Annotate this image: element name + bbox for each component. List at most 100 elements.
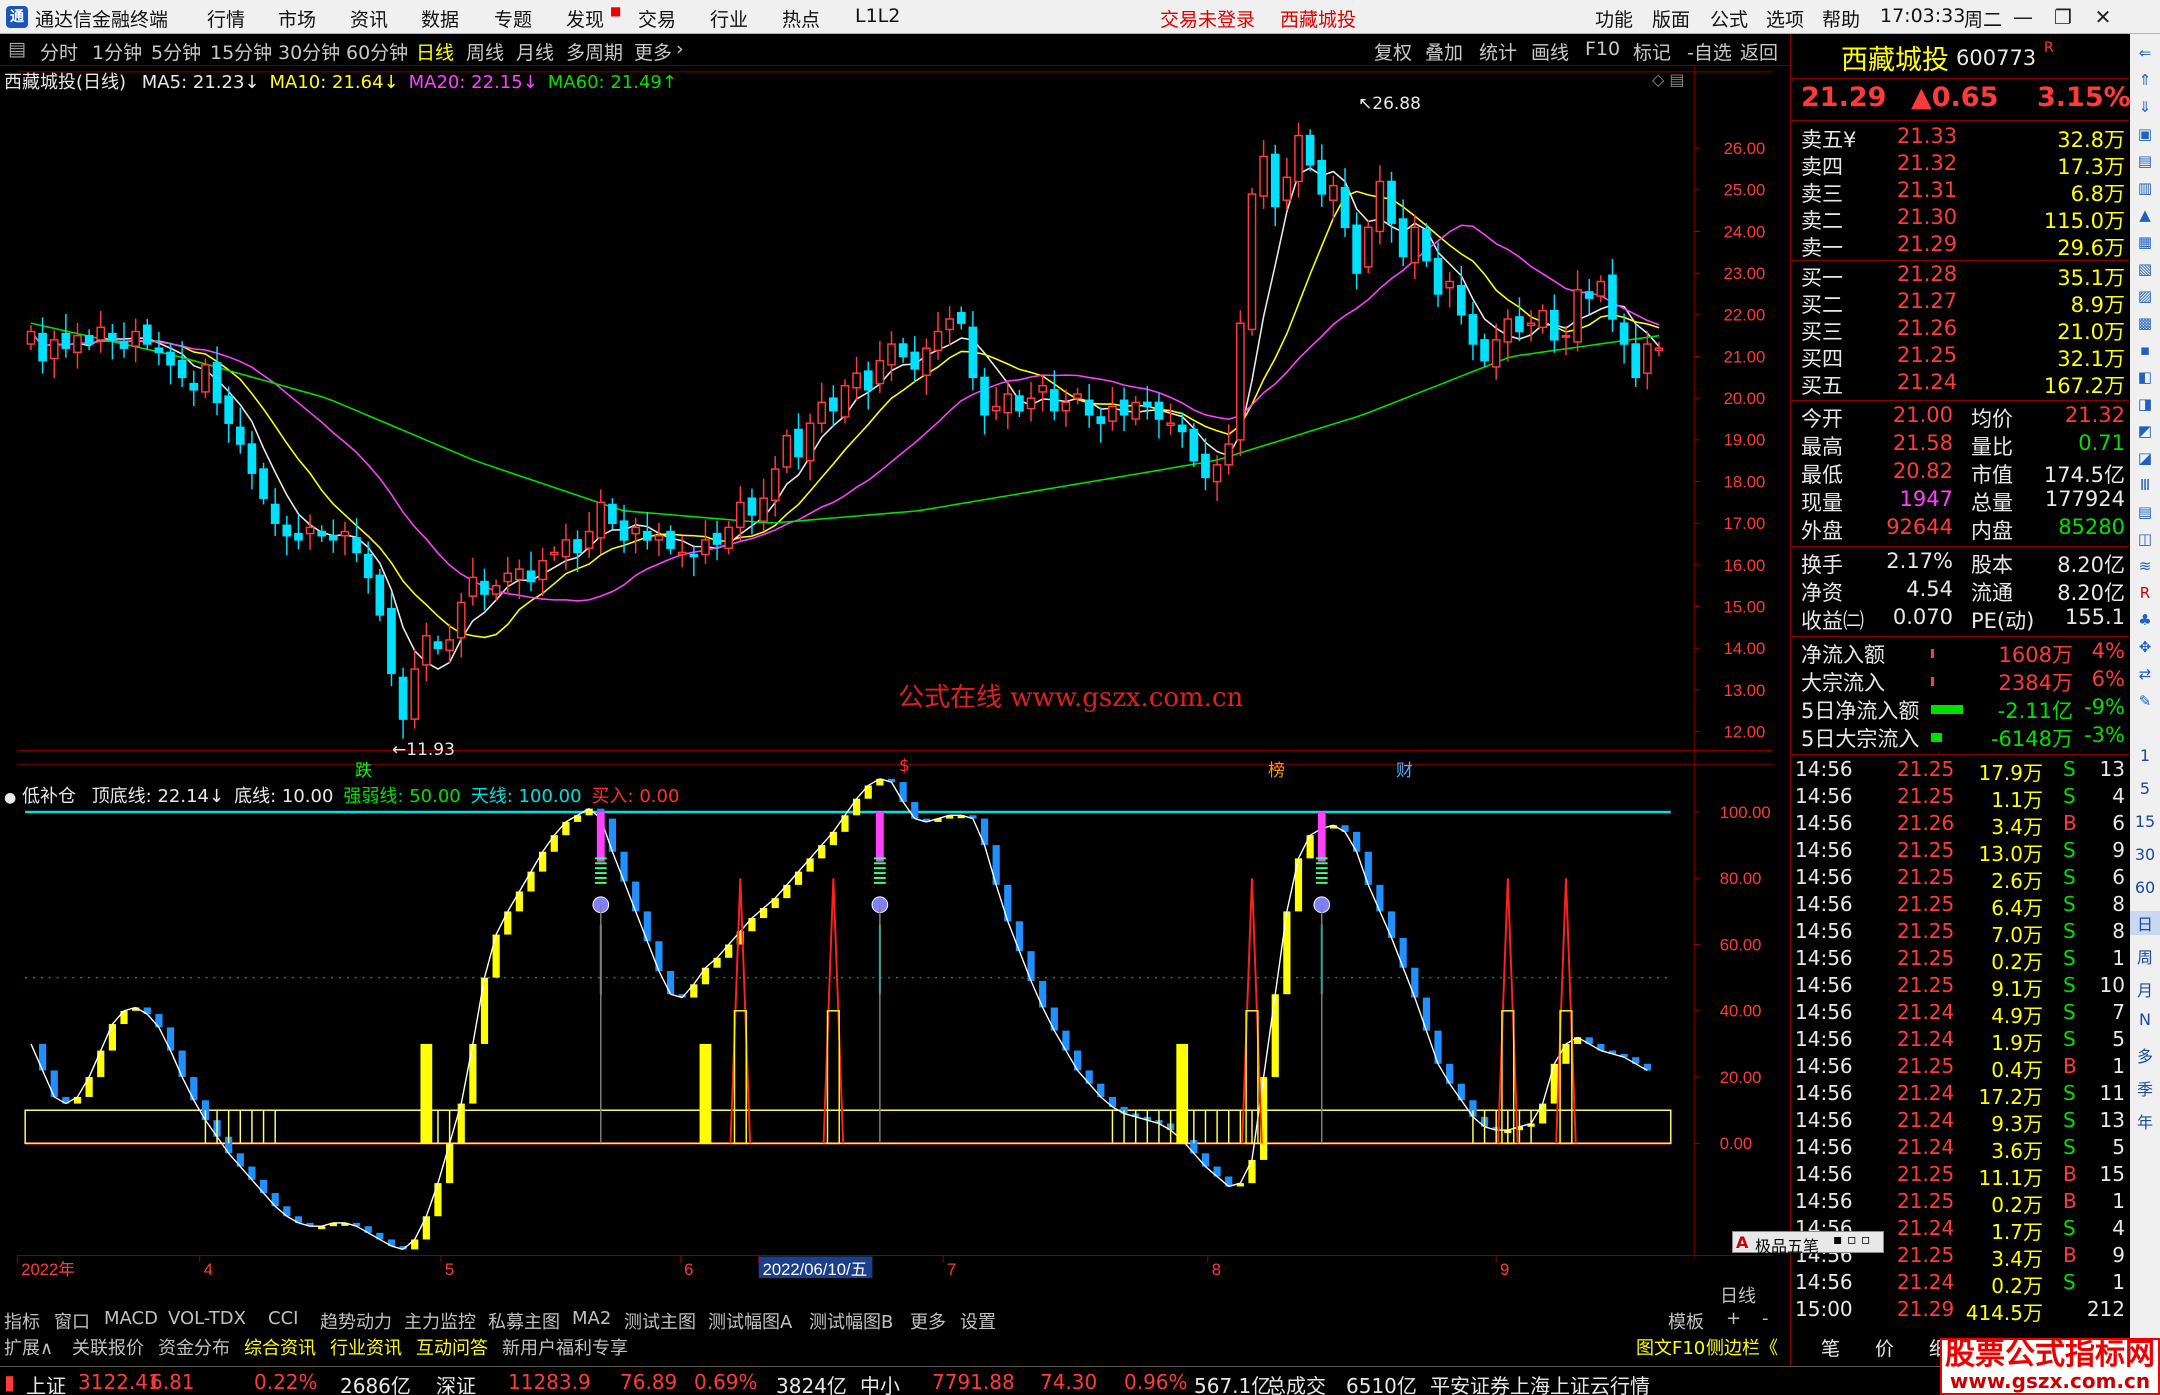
event-marker-fall[interactable]: 跌 [355,756,372,781]
side-tool-icon[interactable]: ♣ [2134,611,2156,633]
side-tool-icon[interactable]: ▨ [2134,287,2156,309]
extension-tab[interactable]: 扩展∧ [4,1334,53,1360]
menu-item-hotspot[interactable]: 热点 [782,5,820,32]
period-tab-30m[interactable]: 30分钟 [278,38,340,65]
period-tab-intraday[interactable]: 分时 [40,38,78,65]
extension-right-tab[interactable]: 图文F10 [1636,1334,1705,1360]
side-tool-icon[interactable]: ▲ [2134,206,2156,228]
indicator-tab[interactable]: 主力监控 [404,1308,476,1334]
side-period-button[interactable]: 周 [2130,944,2160,968]
restore-icon[interactable]: ❐ [2046,2,2080,32]
button-stats[interactable]: 统计 [1479,38,1517,65]
sub-chart-toggle-icon[interactable]: ● [4,790,16,806]
extension-tab[interactable]: 行业资讯 [330,1334,402,1360]
menu-item-l1l2[interactable]: L1L2 [855,5,900,27]
indicator-tab[interactable]: 私募主图 [488,1308,560,1334]
period-tab-monthly[interactable]: 月线 [516,38,554,65]
menu-item-formula[interactable]: 公式 [1710,5,1748,32]
template-control[interactable]: 模板 [1668,1308,1704,1334]
period-tab-weekly[interactable]: 周线 [466,38,504,65]
indicator-tab[interactable]: 窗口 [54,1308,90,1334]
side-tool-icon[interactable]: ▥ [2134,179,2156,201]
side-period-button[interactable]: 15 [2130,812,2160,831]
extension-tab[interactable]: 互动问答 [416,1334,488,1360]
period-tab-more[interactable]: 更多 [634,38,672,65]
menu-item-news[interactable]: 资讯 [350,5,388,32]
period-tab-multi[interactable]: 多周期 [566,38,623,65]
template-control[interactable]: + [1726,1308,1741,1329]
indicator-tab[interactable]: 设置 [960,1308,996,1334]
period-tab-15m[interactable]: 15分钟 [210,38,272,65]
tick-tab[interactable]: 笔 [1821,1334,1840,1361]
side-tool-icon[interactable]: ⇄ [2134,665,2156,687]
side-period-button[interactable]: 多 [2130,1043,2160,1067]
button-remove-favorite[interactable]: -自选 [1687,38,1732,65]
side-tool-icon[interactable]: ⇓ [2134,98,2156,120]
menu-item-function[interactable]: 功能 [1595,5,1633,32]
side-tool-icon[interactable]: ◪ [2134,449,2156,471]
indicator-tab[interactable]: CCI [268,1308,298,1329]
side-tool-icon[interactable]: ▧ [2134,260,2156,282]
button-draw[interactable]: 画线 [1531,38,1569,65]
button-overlay[interactable]: 叠加 [1425,38,1463,65]
more-chevron-icon[interactable]: › [676,38,684,60]
menu-item-help[interactable]: 帮助 [1822,5,1860,32]
menu-item-industry[interactable]: 行业 [710,5,748,32]
side-tool-icon[interactable]: ⇑ [2134,71,2156,93]
side-tool-icon[interactable]: ≋ [2134,557,2156,579]
button-fuquan[interactable]: 复权 [1374,38,1412,65]
minimize-icon[interactable]: — [2006,2,2040,32]
menu-item-data[interactable]: 数据 [421,5,459,32]
chart-options-icon[interactable]: ◇ ▤ [1652,70,1685,89]
side-period-button[interactable]: 日 [2130,911,2160,935]
side-tool-icon[interactable]: ◨ [2134,395,2156,417]
menu-item-layout[interactable]: 版面 [1652,5,1690,32]
side-tool-icon[interactable]: ◩ [2134,422,2156,444]
side-period-button[interactable]: N [2130,1010,2160,1029]
side-period-button[interactable]: 季 [2130,1076,2160,1100]
event-marker-rank[interactable]: 榜 [1268,756,1285,781]
side-tool-icon[interactable]: ▤ [2134,503,2156,525]
toolbar-grid-icon[interactable]: ▤ [8,38,26,60]
template-control[interactable]: - [1762,1308,1769,1329]
side-tool-icon[interactable]: ▤ [2134,152,2156,174]
extension-tab[interactable]: 综合资讯 [244,1334,316,1360]
button-back[interactable]: 返回 [1740,38,1778,65]
extension-tab[interactable]: 资金分布 [158,1334,230,1360]
menu-item-discover[interactable]: 发现 [566,5,604,32]
side-tool-icon[interactable]: ▩ [2134,314,2156,336]
side-tool-icon[interactable]: ▦ [2134,233,2156,255]
extension-tab[interactable]: 关联报价 [72,1334,144,1360]
tick-tab[interactable]: 价 [1875,1334,1894,1361]
stock-name-link[interactable]: 西藏城投 [1280,5,1356,32]
kline-chart[interactable]: 26.00 25.00 24.00 23.00 22.00 21.00 20.00 19.00… [0,66,1790,1282]
side-period-button[interactable]: 30 [2130,845,2160,864]
menu-item-trade[interactable]: 交易 [638,5,676,32]
menu-item-exchange[interactable]: 市场 [278,5,316,32]
extension-tab[interactable]: 新用户福利专享 [502,1334,628,1360]
indicator-tab[interactable]: 测试幅图B [809,1308,893,1334]
side-tool-icon[interactable]: ✥ [2134,638,2156,660]
extension-right-tab[interactable]: 侧边栏《 [1706,1334,1778,1360]
period-tab-60m[interactable]: 60分钟 [346,38,408,65]
side-tool-icon[interactable]: Ⅲ [2134,476,2156,498]
button-f10[interactable]: F10 [1585,38,1620,60]
side-tool-icon[interactable]: R [2134,584,2156,606]
menu-item-market[interactable]: 行情 [207,5,245,32]
side-period-button[interactable]: 60 [2130,878,2160,897]
indicator-tab[interactable]: VOL-TDX [168,1308,246,1329]
indicator-tab[interactable]: MA2 [572,1308,611,1329]
trade-login-link[interactable]: 交易未登录 [1160,5,1255,32]
button-mark[interactable]: 标记 [1633,38,1671,65]
indicator-tab[interactable]: 更多 [910,1308,946,1334]
indicator-tab[interactable]: MACD [104,1308,158,1329]
indicator-tab[interactable]: 趋势动力 [320,1308,392,1334]
event-marker-finance[interactable]: 财 [1396,756,1413,781]
ime-toolbar[interactable]: A 极品五笔 ▪ ▫ ▫ [1732,1231,1884,1256]
side-tool-icon[interactable]: ⇐ [2134,44,2156,66]
side-tool-icon[interactable]: ◧ [2134,368,2156,390]
side-period-button[interactable]: 1 [2130,746,2160,765]
indicator-tab[interactable]: 测试主图 [624,1308,696,1334]
indicator-tab[interactable]: 指标 [4,1308,40,1334]
close-icon[interactable]: ✕ [2086,2,2120,32]
